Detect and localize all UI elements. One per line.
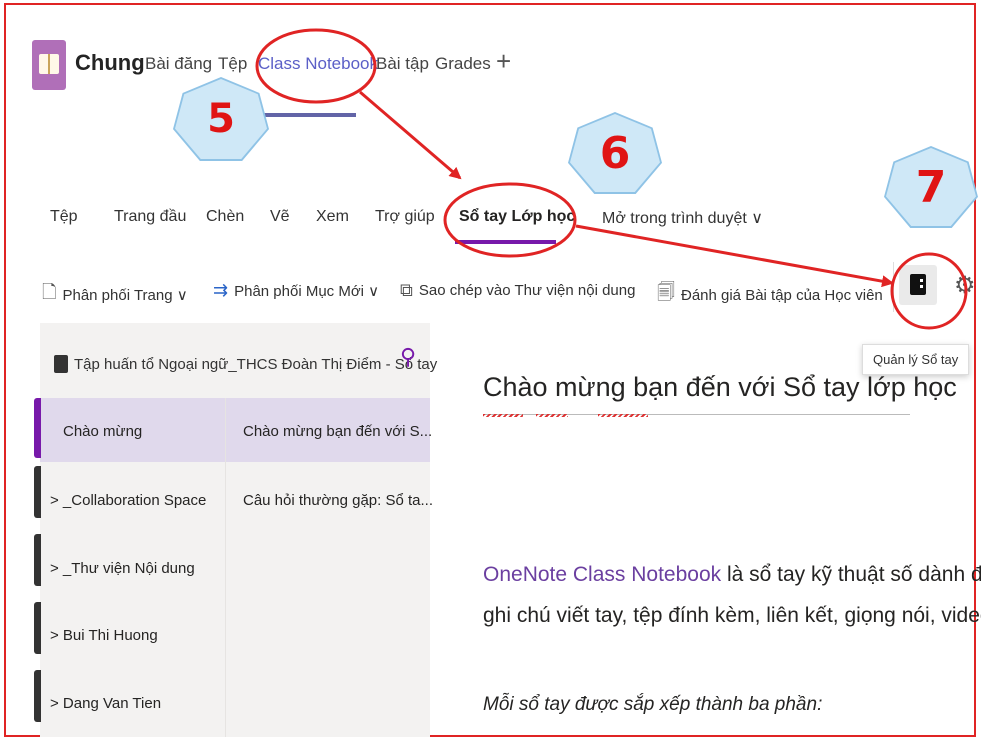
- highlight-circle-manage-notebooks: [890, 252, 968, 330]
- highlight-circle-class-notebook: [255, 28, 377, 104]
- highlight-circle-class-notebook-ribbon: [443, 182, 577, 258]
- annotation-overlay: [255, 28, 968, 330]
- arrow-step6-to-step7: [575, 224, 894, 288]
- arrow-step5-to-step6: [359, 90, 462, 180]
